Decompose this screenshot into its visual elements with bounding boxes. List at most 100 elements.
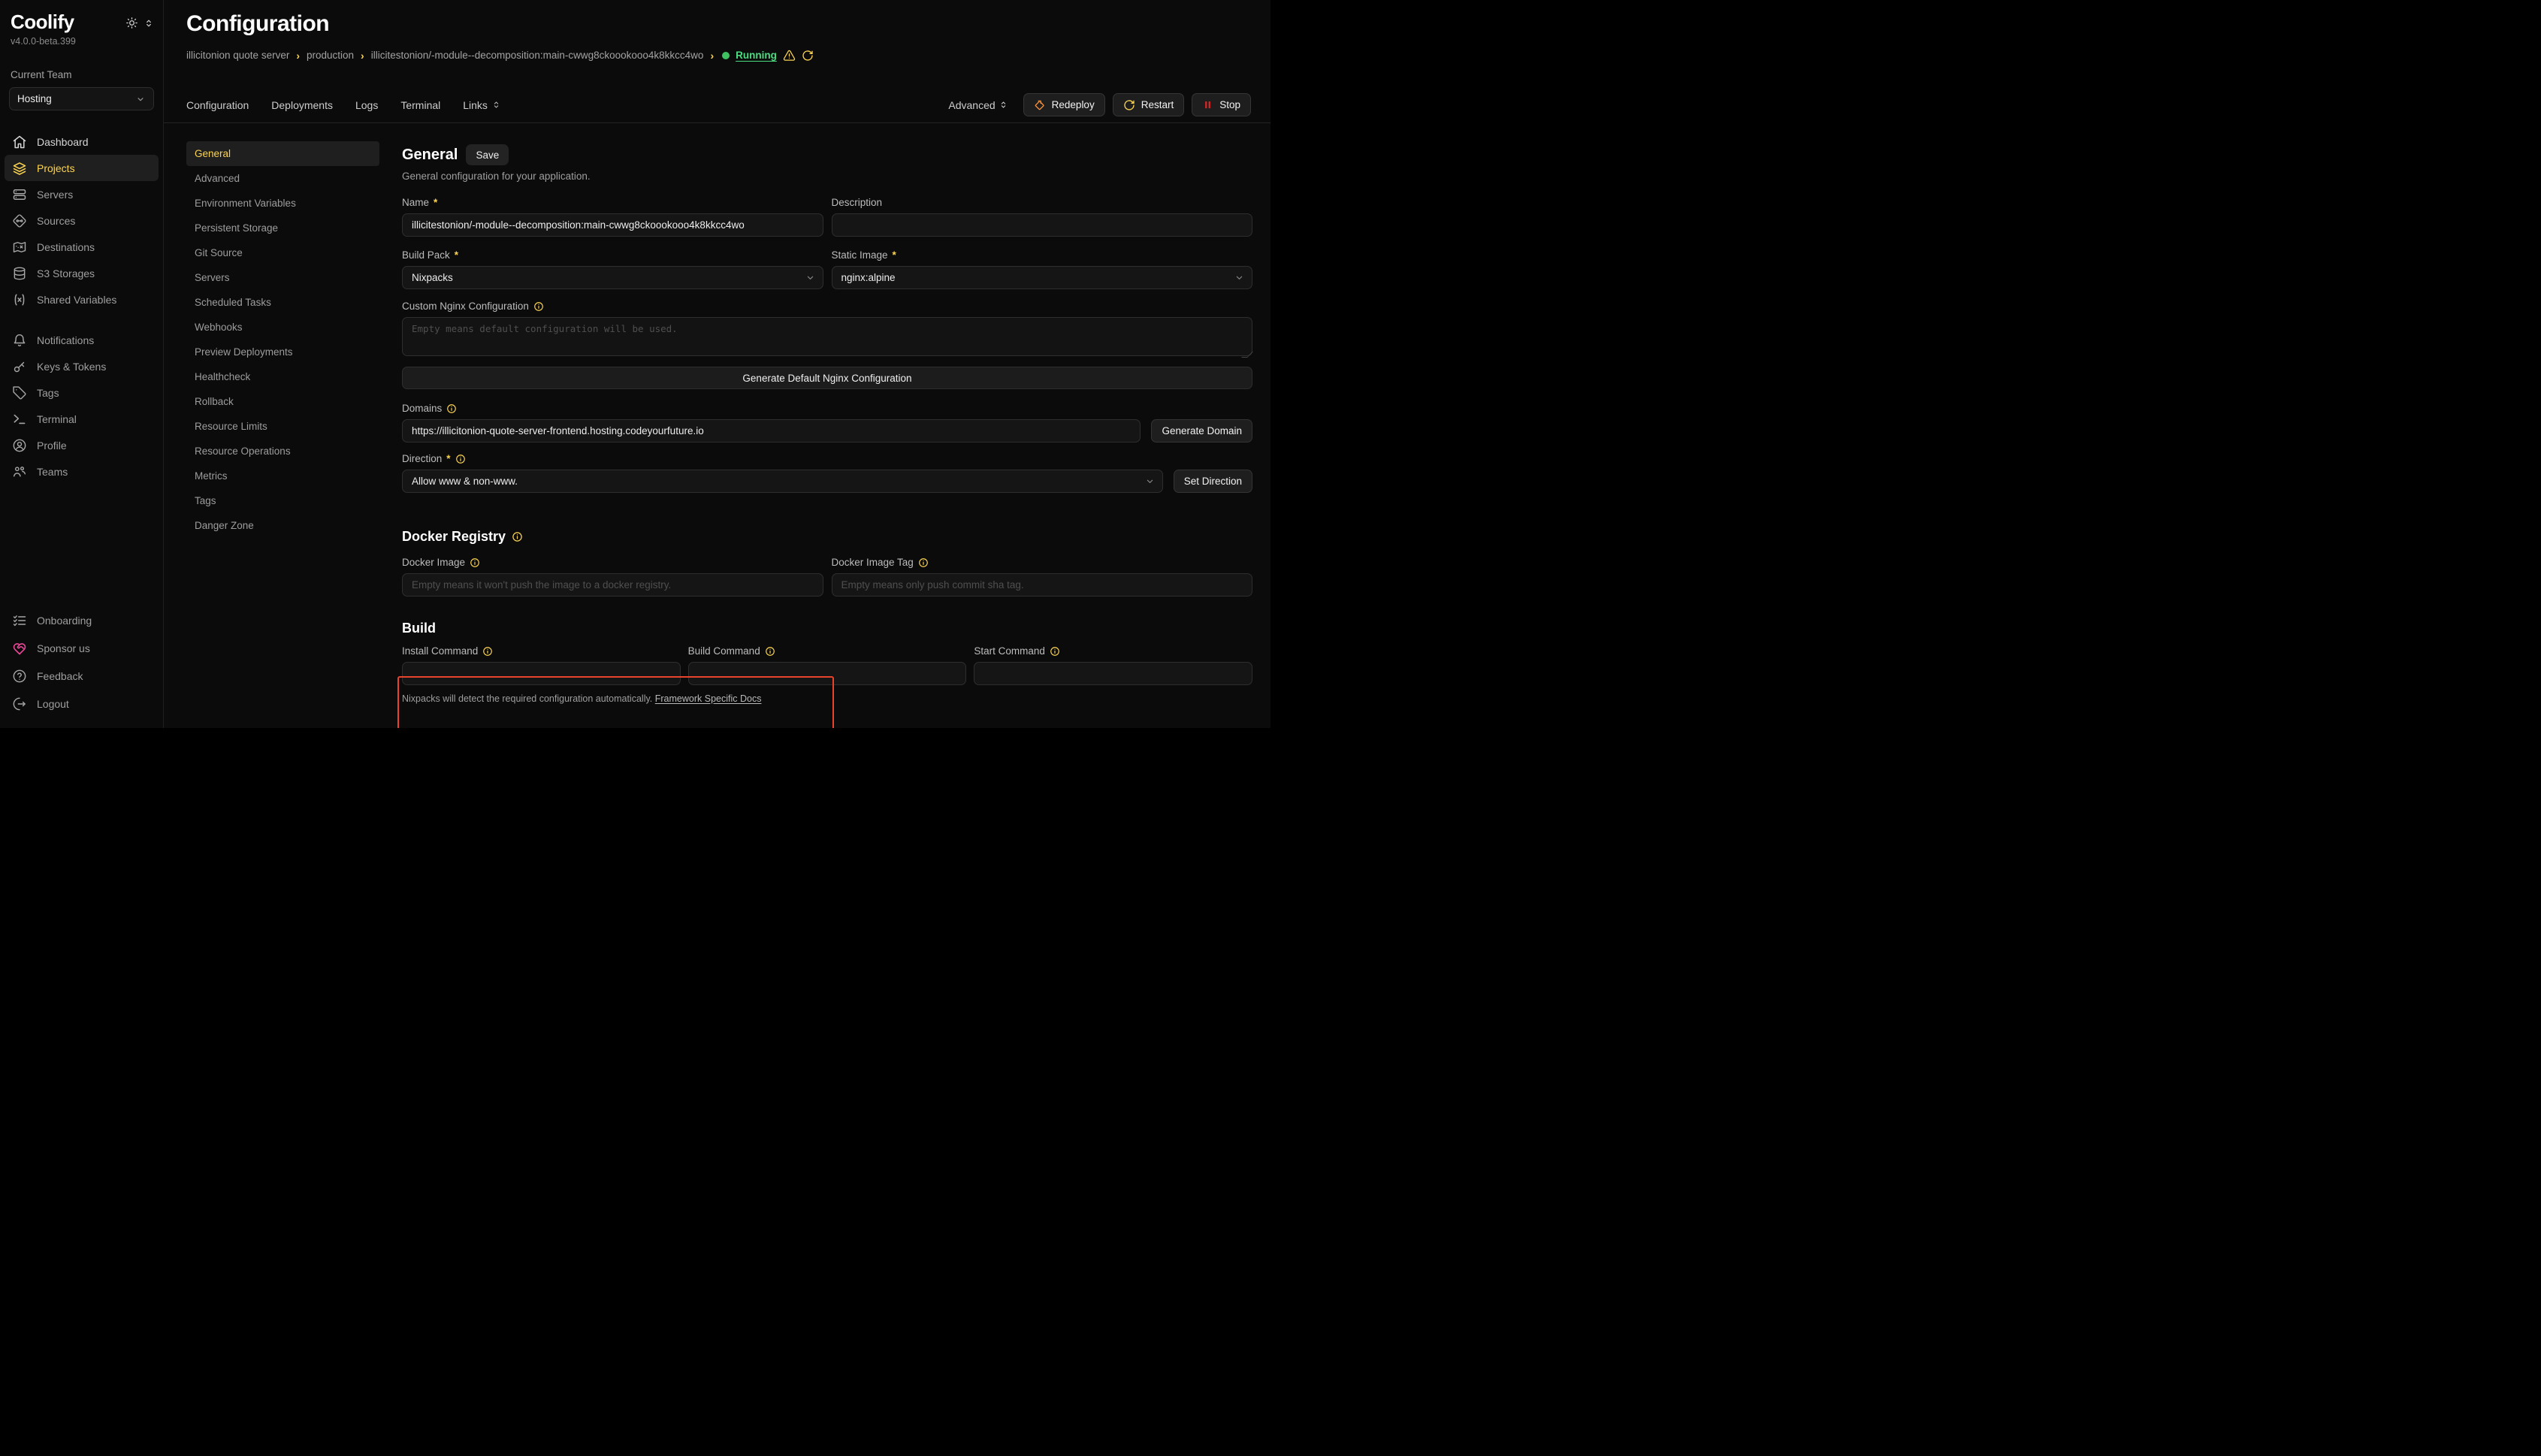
custom-nginx-textarea[interactable] [402,317,1252,356]
theme-sun-icon[interactable] [125,17,138,29]
name-label: Name [402,197,429,208]
variables-icon [12,292,27,307]
config-menu-rollback[interactable]: Rollback [186,389,379,414]
section-heading-general: General [402,147,458,164]
domains-label: Domains [402,403,442,414]
sidebar-item-logout[interactable]: Logout [5,690,159,717]
sidebar-item-s3-storages[interactable]: S3 Storages [5,260,159,286]
sidebar-item-tags[interactable]: Tags [5,379,159,406]
redeploy-button[interactable]: Redeploy [1023,93,1105,116]
config-menu-preview-deployments[interactable]: Preview Deployments [186,340,379,364]
static-image-select[interactable] [832,266,1253,289]
info-icon[interactable] [1050,646,1060,657]
info-icon[interactable] [512,531,523,542]
info-icon[interactable] [473,727,484,729]
sidebar-item-teams[interactable]: Teams [5,458,159,485]
sidebar-item-projects[interactable]: Projects [5,155,159,181]
sidebar-item-shared-variables[interactable]: Shared Variables [5,286,159,313]
info-icon[interactable] [470,557,480,568]
config-menu-environment-variables[interactable]: Environment Variables [186,191,379,216]
sidebar-item-keys-tokens[interactable]: Keys & Tokens [5,353,159,379]
breadcrumb-application[interactable]: illicitestonion/-module--decomposition:m… [371,50,704,61]
sidebar-item-feedback[interactable]: Feedback [5,662,159,690]
tab-logs[interactable]: Logs [355,99,378,111]
refresh-icon[interactable] [802,50,814,62]
info-icon[interactable] [455,454,466,464]
logo-row: Coolify v4.0.0-beta.399 [9,11,154,47]
restart-button[interactable]: Restart [1113,93,1185,116]
info-icon[interactable] [533,301,544,312]
framework-docs-link[interactable]: Framework Specific Docs [655,693,762,704]
config-menu-persistent-storage[interactable]: Persistent Storage [186,216,379,240]
sidebar-item-sponsor-us[interactable]: Sponsor us [5,634,159,662]
build-pack-select[interactable] [402,266,823,289]
docker-image-input[interactable] [402,573,823,597]
sidebar-item-servers[interactable]: Servers [5,181,159,207]
docker-image-label: Docker Image [402,557,465,568]
home-icon [12,134,27,150]
section-subtitle: General configuration for your applicati… [402,171,1252,182]
info-icon[interactable] [482,646,493,657]
config-menu-servers[interactable]: Servers [186,265,379,290]
config-menu-general[interactable]: General [186,141,379,166]
breadcrumb-environment[interactable]: production [307,50,354,61]
build-command-label: Build Command [688,645,760,657]
save-button[interactable]: Save [466,144,509,165]
team-select[interactable]: Hosting [9,87,154,110]
required-marker: * [434,197,437,208]
config-menu-metrics[interactable]: Metrics [186,464,379,488]
config-menu: General Advanced Environment Variables P… [186,141,379,728]
name-input[interactable] [402,213,823,237]
config-menu-git-source[interactable]: Git Source [186,240,379,265]
stop-button[interactable]: Stop [1192,93,1251,116]
breadcrumb-project[interactable]: illicitonion quote server [186,50,289,61]
sidebar-item-terminal[interactable]: Terminal [5,406,159,432]
status-running-link[interactable]: Running [736,50,777,61]
docker-image-tag-input[interactable] [832,573,1253,597]
start-command-label: Start Command [974,645,1045,657]
info-icon[interactable] [446,403,457,414]
domains-input[interactable] [402,419,1141,443]
start-command-input[interactable] [974,662,1252,685]
sidebar-item-onboarding[interactable]: Onboarding [5,606,159,634]
install-command-input[interactable] [402,662,681,685]
generate-nginx-button[interactable]: Generate Default Nginx Configuration [402,367,1252,389]
sidebar-item-label: Projects [37,162,75,174]
tab-terminal[interactable]: Terminal [400,99,440,111]
sidebar-item-dashboard[interactable]: Dashboard [5,128,159,155]
chevron-down-icon [135,94,146,104]
info-icon[interactable] [918,557,929,568]
sidebar-item-label: Sponsor us [37,642,90,654]
advanced-dropdown[interactable]: Advanced [948,99,1008,111]
theme-unfold-icon[interactable] [144,18,154,29]
generate-domain-button[interactable]: Generate Domain [1151,419,1252,443]
tab-deployments[interactable]: Deployments [271,99,333,111]
config-menu-advanced[interactable]: Advanced [186,166,379,191]
config-menu-resource-operations[interactable]: Resource Operations [186,439,379,464]
stop-pause-icon [1202,99,1213,110]
info-icon[interactable] [765,646,775,657]
warning-triangle-icon[interactable] [783,49,796,62]
sidebar-footer: Onboarding Sponsor us Feedback Logout [9,606,154,717]
config-menu-webhooks[interactable]: Webhooks [186,315,379,340]
tab-links[interactable]: Links [463,99,501,111]
config-menu-tags[interactable]: Tags [186,488,379,513]
config-menu-danger-zone[interactable]: Danger Zone [186,513,379,538]
build-command-input[interactable] [688,662,967,685]
sidebar-nav: Dashboard Projects Servers Sources Desti… [9,128,154,485]
set-direction-button[interactable]: Set Direction [1174,470,1252,493]
sidebar-item-destinations[interactable]: Destinations [5,234,159,260]
config-menu-healthcheck[interactable]: Healthcheck [186,364,379,389]
config-menu-resource-limits[interactable]: Resource Limits [186,414,379,439]
config-menu-scheduled-tasks[interactable]: Scheduled Tasks [186,290,379,315]
description-input[interactable] [832,213,1253,237]
help-circle-icon [12,669,27,684]
sidebar-item-sources[interactable]: Sources [5,207,159,234]
direction-select[interactable] [402,470,1163,493]
sidebar-item-notifications[interactable]: Notifications [5,327,159,353]
docker-image-tag-label: Docker Image Tag [832,557,914,568]
sidebar-item-label: Dashboard [37,136,89,148]
key-icon [12,359,27,374]
tab-configuration[interactable]: Configuration [186,99,249,111]
sidebar-item-profile[interactable]: Profile [5,432,159,458]
